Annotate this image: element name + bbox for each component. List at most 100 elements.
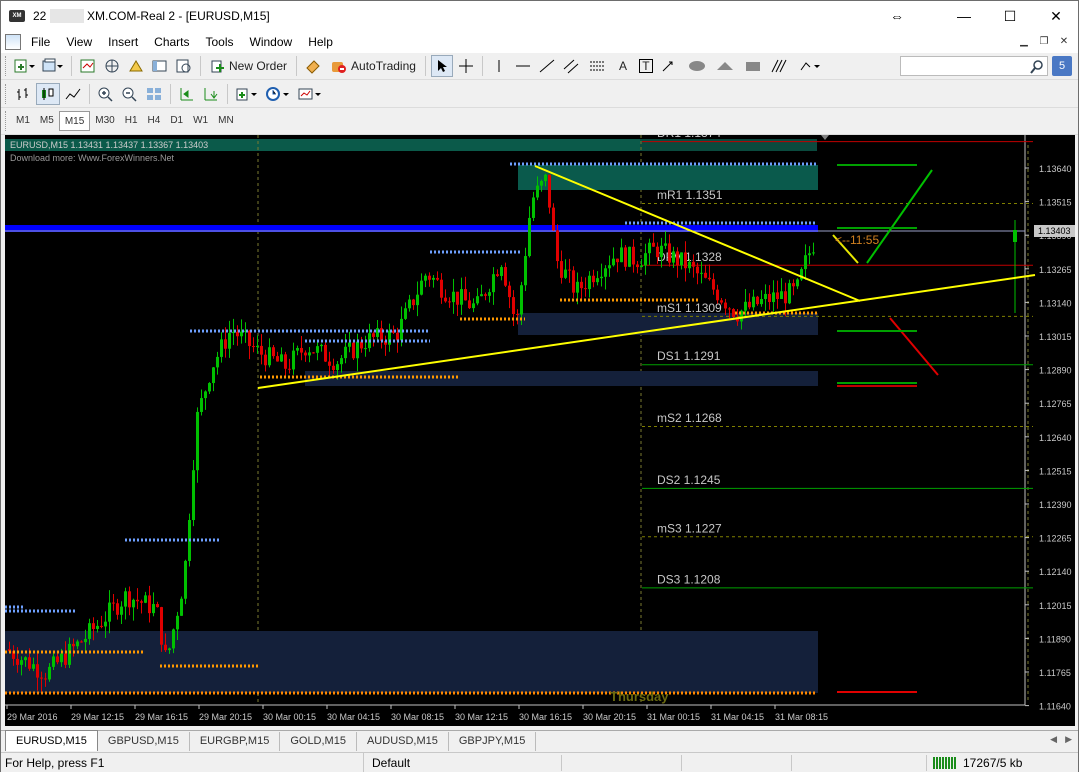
timeframe-h1[interactable]: H1 bbox=[120, 111, 143, 131]
trendline-icon[interactable] bbox=[536, 55, 558, 77]
bear-candle bbox=[720, 300, 723, 303]
zoom-in-icon[interactable] bbox=[95, 83, 117, 105]
bull-candle bbox=[192, 470, 195, 521]
text-icon[interactable]: A bbox=[612, 55, 634, 77]
menu-charts[interactable]: Charts bbox=[146, 31, 197, 53]
chart-tab-gbpjpy[interactable]: GBPJPY,M15 bbox=[449, 732, 537, 751]
bear-candle bbox=[572, 270, 575, 293]
autoscroll-icon[interactable] bbox=[200, 83, 222, 105]
menu-view[interactable]: View bbox=[58, 31, 100, 53]
tab-scroll-left-icon[interactable]: ◀ bbox=[1050, 734, 1057, 745]
timeframe-m5[interactable]: M5 bbox=[35, 111, 59, 131]
terminal-icon[interactable] bbox=[149, 55, 171, 77]
periods-icon[interactable] bbox=[263, 83, 293, 105]
tile-windows-icon[interactable] bbox=[143, 83, 165, 105]
time-tick-label: 29 Mar 20:15 bbox=[199, 712, 252, 722]
bull-candle bbox=[520, 285, 523, 315]
bull-candle bbox=[48, 666, 51, 680]
maximize-button[interactable]: ☐ bbox=[987, 1, 1033, 31]
chart-canvas[interactable]: EURUSD,M15 1.13431 1.13437 1.13367 1.134… bbox=[5, 135, 1075, 726]
timeframe-d1[interactable]: D1 bbox=[165, 111, 188, 131]
horizontal-line-icon[interactable] bbox=[512, 55, 534, 77]
bull-candle bbox=[88, 623, 91, 639]
chart-tab-audusd[interactable]: AUDUSD,M15 bbox=[357, 732, 449, 751]
equidistant-channel-icon[interactable] bbox=[560, 55, 584, 77]
chart-tab-eurgbp[interactable]: EURGBP,M15 bbox=[190, 732, 281, 751]
mdi-restore-button[interactable]: ❐ bbox=[1036, 35, 1052, 49]
search-input[interactable] bbox=[900, 56, 1048, 76]
rectangle-icon[interactable] bbox=[740, 55, 766, 77]
strategy-tester-icon[interactable] bbox=[173, 55, 195, 77]
andrews-pitchfork-icon[interactable] bbox=[768, 55, 794, 77]
data-window-icon[interactable] bbox=[101, 55, 123, 77]
templates-icon[interactable] bbox=[295, 83, 325, 105]
bull-candle bbox=[20, 660, 23, 665]
menu-help[interactable]: Help bbox=[300, 31, 341, 53]
bear-candle bbox=[552, 207, 555, 231]
mdi-minimize-button[interactable]: ▁ bbox=[1016, 35, 1032, 49]
metaeditor-icon[interactable] bbox=[302, 55, 324, 77]
status-profile[interactable]: Default bbox=[363, 753, 410, 772]
bull-candle bbox=[644, 253, 647, 266]
navigator-icon[interactable] bbox=[125, 55, 147, 77]
ellipse-icon[interactable] bbox=[684, 55, 710, 77]
toolbar-gripper[interactable] bbox=[5, 84, 8, 104]
candlestick-icon[interactable] bbox=[36, 83, 60, 105]
menu-tools[interactable]: Tools bbox=[198, 31, 242, 53]
menu-insert[interactable]: Insert bbox=[100, 31, 146, 53]
timeframe-m15[interactable]: M15 bbox=[58, 111, 91, 131]
chart-window-icon[interactable] bbox=[5, 34, 21, 50]
timeframe-w1[interactable]: W1 bbox=[188, 111, 213, 131]
timeframe-mn[interactable]: MN bbox=[213, 111, 239, 131]
tab-scroll-right-icon[interactable]: ▶ bbox=[1065, 734, 1072, 745]
search-icon[interactable] bbox=[1029, 59, 1045, 75]
timeframe-h4[interactable]: H4 bbox=[143, 111, 166, 131]
mdi-close-button[interactable]: ✕ bbox=[1056, 35, 1072, 49]
arrows-icon[interactable] bbox=[658, 55, 682, 77]
bear-candle bbox=[592, 275, 595, 283]
crosshair-icon[interactable] bbox=[455, 55, 477, 77]
menu-file[interactable]: File bbox=[23, 31, 58, 53]
bear-candle bbox=[724, 302, 727, 309]
bear-candle bbox=[468, 300, 471, 309]
profiles-icon[interactable] bbox=[40, 55, 66, 77]
toolbar-gripper[interactable] bbox=[5, 56, 8, 76]
chart-tab-gbpusd[interactable]: GBPUSD,M15 bbox=[98, 732, 190, 751]
timeframe-m30[interactable]: M30 bbox=[90, 111, 119, 131]
indicators-icon[interactable] bbox=[233, 83, 261, 105]
resize-arrows-icon[interactable]: ⇔ bbox=[877, 1, 917, 31]
shapes-dropdown-icon[interactable] bbox=[796, 55, 824, 77]
title-bar[interactable]: XM 22 XM.COM-Real 2 - [EURUSD,M15] ⇔ — ☐… bbox=[1, 1, 1078, 31]
close-button[interactable]: ✕ bbox=[1033, 1, 1079, 31]
menu-window[interactable]: Window bbox=[242, 31, 301, 53]
bull-candle bbox=[588, 275, 591, 290]
bull-candle bbox=[152, 604, 155, 614]
zoom-out-icon[interactable] bbox=[119, 83, 141, 105]
autotrading-button[interactable]: AutoTrading bbox=[326, 55, 420, 77]
new-order-button[interactable]: New Order bbox=[206, 55, 291, 77]
cursor-icon[interactable] bbox=[430, 55, 453, 77]
line-chart-icon[interactable] bbox=[62, 83, 84, 105]
minimize-button[interactable]: — bbox=[941, 1, 987, 31]
bear-candle bbox=[16, 658, 19, 665]
bear-candle bbox=[64, 653, 67, 665]
triangle-icon[interactable] bbox=[712, 55, 738, 77]
bear-candle bbox=[360, 341, 363, 349]
toolbar-gripper[interactable] bbox=[5, 111, 8, 131]
new-chart-icon[interactable] bbox=[12, 55, 38, 77]
fibonacci-icon[interactable] bbox=[586, 55, 610, 77]
timeframe-m1[interactable]: M1 bbox=[11, 111, 35, 131]
vertical-line-icon[interactable] bbox=[488, 55, 510, 77]
chart-shift-icon[interactable] bbox=[176, 83, 198, 105]
bull-candle bbox=[280, 354, 283, 362]
bull-candle bbox=[376, 328, 379, 337]
bar-chart-icon[interactable] bbox=[12, 83, 34, 105]
community-icon[interactable]: 5 bbox=[1052, 56, 1072, 76]
market-watch-icon[interactable] bbox=[77, 55, 99, 77]
text-label-icon[interactable]: T bbox=[638, 59, 653, 73]
chart-tab-gold[interactable]: GOLD,M15 bbox=[280, 732, 357, 751]
bear-candle bbox=[92, 623, 95, 629]
chart-tab-eurusd[interactable]: EURUSD,M15 bbox=[5, 730, 98, 751]
price-tick-label: 1.12390 bbox=[1039, 500, 1072, 510]
price-chart[interactable]: EURUSD,M15 1.13431 1.13437 1.13367 1.134… bbox=[5, 135, 1075, 726]
